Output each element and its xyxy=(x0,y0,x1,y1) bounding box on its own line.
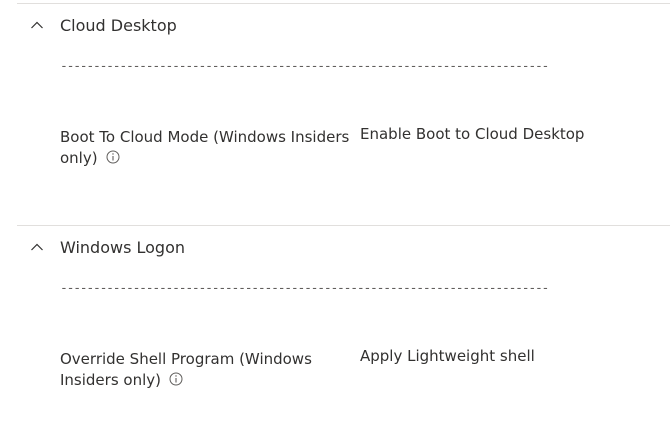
chevron-up-icon[interactable] xyxy=(30,18,44,32)
dashed-divider: ----------------------------------------… xyxy=(60,281,549,296)
chevron-up-icon[interactable] xyxy=(30,240,44,254)
setting-value-boot-to-cloud: Enable Boot to Cloud Desktop xyxy=(360,125,585,143)
section-cloud-desktop: Cloud Desktop --------------------------… xyxy=(17,4,670,209)
setting-label-boot-to-cloud: Boot To Cloud Mode (Windows Insiders onl… xyxy=(60,127,350,169)
setting-label-override-shell: Override Shell Program (Windows Insiders… xyxy=(60,349,350,391)
setting-value-override-shell: Apply Lightweight shell xyxy=(360,347,535,365)
setting-label-text: Override Shell Program (Windows Insiders… xyxy=(60,350,312,389)
dashed-divider: ----------------------------------------… xyxy=(60,59,549,74)
info-icon[interactable] xyxy=(106,150,120,164)
section-title: Cloud Desktop xyxy=(60,15,177,35)
section-header-cloud-desktop[interactable]: Cloud Desktop xyxy=(30,13,177,37)
section-windows-logon: Windows Logon --------------------------… xyxy=(17,225,670,431)
section-title: Windows Logon xyxy=(60,237,186,257)
setting-label-text: Boot To Cloud Mode (Windows Insiders onl… xyxy=(60,128,350,167)
info-icon[interactable] xyxy=(169,372,183,386)
section-header-windows-logon[interactable]: Windows Logon xyxy=(30,235,185,259)
